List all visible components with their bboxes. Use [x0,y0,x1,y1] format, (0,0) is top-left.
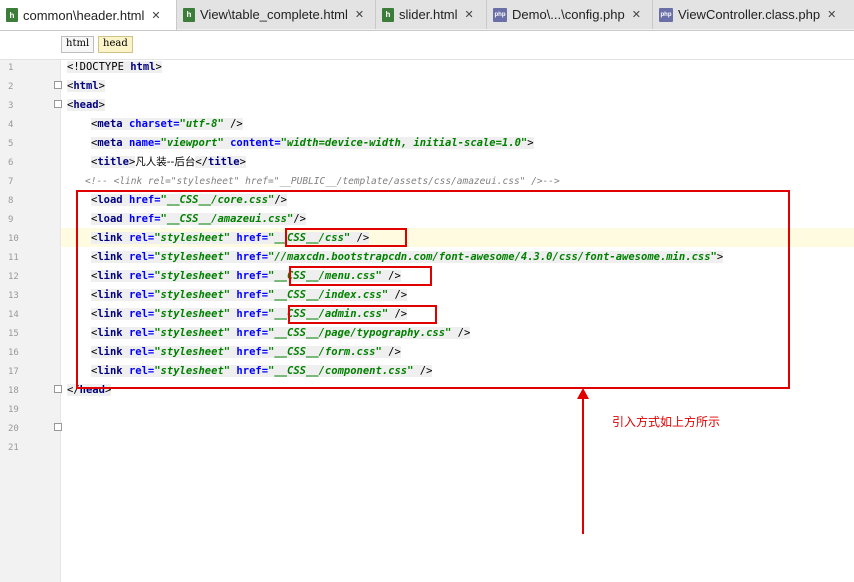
fold-marker-icon[interactable] [54,100,62,108]
line-number: 12 [8,272,19,282]
line-number: 9 [8,215,14,225]
line-number: 19 [8,405,19,415]
code-token: content= [230,137,281,149]
php-file-icon: php [493,7,507,22]
line-number: 14 [8,310,19,320]
code-token: html [73,80,99,92]
code-token: <!DOCTYPE [67,61,131,73]
tab-label: View\table_complete.html [200,7,348,22]
fold-marker-icon[interactable] [54,81,62,89]
line-number: 3 [8,101,14,111]
line-number: 2 [8,82,14,92]
code-token: head [73,99,99,111]
tab-viewcontroller-class-php[interactable]: php ViewController.class.php ✕ [653,0,854,29]
line-number: 1 [8,63,14,73]
breadcrumb-html[interactable]: html [61,36,95,53]
html-file-icon: h [6,8,18,22]
line-number: 8 [8,196,14,206]
fold-marker-icon[interactable] [54,385,62,393]
line-number: 20 [8,424,19,434]
line-number: 15 [8,329,19,339]
tab-slider-html[interactable]: h slider.html ✕ [376,0,487,29]
line-number: 4 [8,120,14,130]
line-number: 13 [8,291,19,301]
line-number: 10 [8,234,19,244]
annotation-box-admin-css [288,305,437,324]
code-token: name= [128,137,161,149]
code-token: </ [195,156,208,168]
annotation-box-menu-css [289,266,432,286]
tab-label: common\header.html [23,7,145,23]
code-line-1[interactable]: <!DOCTYPE html> [67,58,162,77]
code-token: > [98,80,105,92]
breadcrumb-head[interactable]: head [98,36,133,53]
code-token: > [155,61,162,73]
annotation-box-css [285,228,407,247]
line-number: 17 [8,367,19,377]
php-file-icon: php [659,7,673,22]
breadcrumb: html head [0,31,854,60]
code-token: charset= [128,118,180,130]
code-token: 凡人装--后台 [135,156,196,168]
html-file-icon: h [183,7,195,22]
tab-label: slider.html [399,7,458,22]
annotation-arrow-line [582,398,584,534]
code-line-6[interactable]: <title>凡人装--后台</title> [91,153,246,172]
code-token: "utf-8" [179,118,224,130]
html-file-icon: h [382,7,394,22]
close-icon[interactable]: ✕ [632,8,641,21]
close-icon[interactable]: ✕ [355,8,364,21]
annotation-note: 引入方式如上方所示 [612,415,721,429]
code-line-2[interactable]: <html> [67,77,105,96]
line-number: 7 [8,177,14,187]
line-number: 6 [8,158,14,168]
code-token: html [130,61,156,73]
tab-label: Demo\...\config.php [512,7,625,22]
code-line-3[interactable]: <head> [67,96,105,115]
line-number: 11 [8,253,19,263]
editor-tab-bar: h common\header.html ✕ h View\table_comp… [0,0,854,31]
tab-demo-config-php[interactable]: php Demo\...\config.php ✕ [487,0,653,29]
tab-label: ViewController.class.php [678,7,821,22]
code-line-7-comment[interactable]: <!-- <link rel="stylesheet" href="__PUBL… [85,172,560,191]
close-icon[interactable]: ✕ [827,8,836,21]
line-number: 5 [8,139,14,149]
close-icon[interactable]: ✕ [151,9,160,22]
code-token: /> [223,118,243,130]
tab-common-header-html[interactable]: h common\header.html ✕ [0,0,177,30]
annotation-outer-box [76,190,790,389]
code-token: title [208,156,240,168]
code-line-5[interactable]: <meta name="viewport" content="width=dev… [91,134,534,153]
line-number: 16 [8,348,19,358]
code-token: "width=device-width, initial-scale=1.0" [280,137,528,149]
code-line-4[interactable]: <meta charset="utf-8" /> [91,115,243,134]
close-icon[interactable]: ✕ [465,8,474,21]
code-token: > [239,156,246,168]
tab-view-table-complete-html[interactable]: h View\table_complete.html ✕ [177,0,376,29]
fold-marker-icon[interactable] [54,423,62,431]
line-number: 18 [8,386,19,396]
code-token: meta [97,137,129,149]
line-number: 21 [8,443,19,453]
code-token: title [97,156,129,168]
code-token: > [527,137,534,149]
code-token: "viewport" [160,137,231,149]
code-token: > [98,99,105,111]
code-token: meta [97,118,129,130]
